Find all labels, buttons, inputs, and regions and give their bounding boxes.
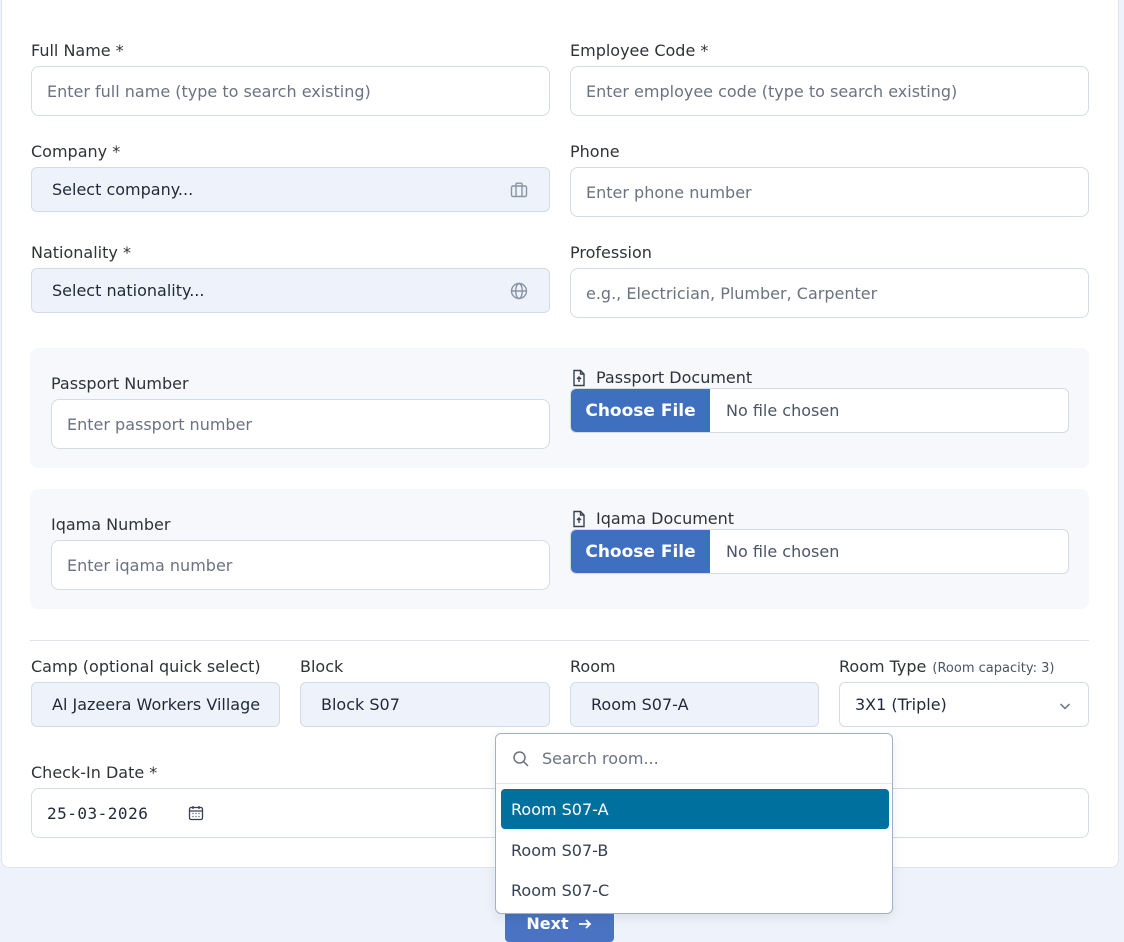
passport-file-input[interactable]: Choose File No file chosen [570, 388, 1069, 433]
room-type-label: Room Type (Room capacity: 3) [839, 657, 1054, 676]
profession-label: Profession [570, 243, 652, 262]
phone-input[interactable]: Enter phone number [570, 167, 1089, 217]
room-option-s07-c[interactable]: Room S07-C [501, 870, 889, 910]
full-name-label: Full Name * [31, 41, 124, 60]
passport-number-label: Passport Number [51, 374, 189, 393]
room-search[interactable]: Search room... [496, 734, 892, 784]
check-in-date-value: 25-03-2026 [47, 803, 149, 823]
room-dropdown: Search room... Room S07-A Room S07-B Roo… [495, 733, 893, 914]
iqama-number-label: Iqama Number [51, 515, 171, 534]
file-upload-icon [573, 369, 585, 386]
next-button-label: Next [526, 914, 569, 933]
room-select[interactable]: Room S07-A [570, 682, 819, 727]
iqama-document-label-text: Iqama Document [596, 509, 735, 528]
block-label: Block [300, 657, 344, 676]
arrow-right-icon [578, 919, 591, 929]
iqama-document-label: Iqama Document [570, 509, 734, 528]
check-in-date-input[interactable]: 25-03-2026 [31, 788, 550, 838]
company-select[interactable]: Select company... [31, 167, 550, 212]
passport-file-status: No file chosen [726, 401, 840, 420]
profession-input[interactable]: e.g., Electrician, Plumber, Carpenter [570, 268, 1089, 318]
nationality-select[interactable]: Select nationality... [31, 268, 550, 313]
nationality-label: Nationality * [31, 243, 131, 262]
passport-document-label: Passport Document [570, 368, 752, 387]
nationality-value: Select nationality... [52, 281, 205, 300]
phone-label: Phone [570, 142, 620, 161]
briefcase-icon [510, 182, 528, 198]
section-divider [30, 640, 1089, 641]
iqama-file-input[interactable]: Choose File No file chosen [570, 529, 1069, 574]
search-icon [513, 750, 529, 767]
employee-code-input[interactable]: Enter employee code (type to search exis… [570, 66, 1089, 116]
passport-choose-file-button[interactable]: Choose File [571, 389, 710, 432]
passport-document-label-text: Passport Document [596, 368, 753, 387]
iqama-number-input[interactable]: Enter iqama number [51, 540, 550, 590]
calendar-icon[interactable] [188, 805, 204, 821]
room-label: Room [570, 657, 616, 676]
room-search-input[interactable]: Search room... [542, 749, 659, 768]
room-option-s07-b[interactable]: Room S07-B [501, 830, 889, 870]
room-capacity-note: (Room capacity: 3) [932, 661, 1055, 676]
passport-number-input[interactable]: Enter passport number [51, 399, 550, 449]
iqama-choose-file-button[interactable]: Choose File [571, 530, 710, 573]
camp-select[interactable]: Al Jazeera Workers Village [31, 682, 280, 727]
block-select[interactable]: Block S07 [300, 682, 550, 727]
room-type-select[interactable]: 3X1 (Triple) [839, 682, 1089, 727]
company-label: Company * [31, 142, 121, 161]
camp-label: Camp (optional quick select) [31, 657, 261, 676]
check-in-date-label: Check-In Date * [31, 763, 158, 782]
globe-icon [510, 282, 528, 300]
file-upload-icon [573, 510, 585, 527]
room-type-label-text: Room Type [839, 657, 927, 676]
full-name-input[interactable]: Enter full name (type to search existing… [31, 66, 550, 116]
room-type-value: 3X1 (Triple) [855, 695, 947, 714]
chevron-down-icon [1059, 703, 1071, 710]
iqama-file-status: No file chosen [726, 542, 840, 561]
company-value: Select company... [52, 180, 194, 199]
room-option-s07-a[interactable]: Room S07-A [501, 789, 889, 829]
employee-code-label: Employee Code * [570, 41, 709, 60]
